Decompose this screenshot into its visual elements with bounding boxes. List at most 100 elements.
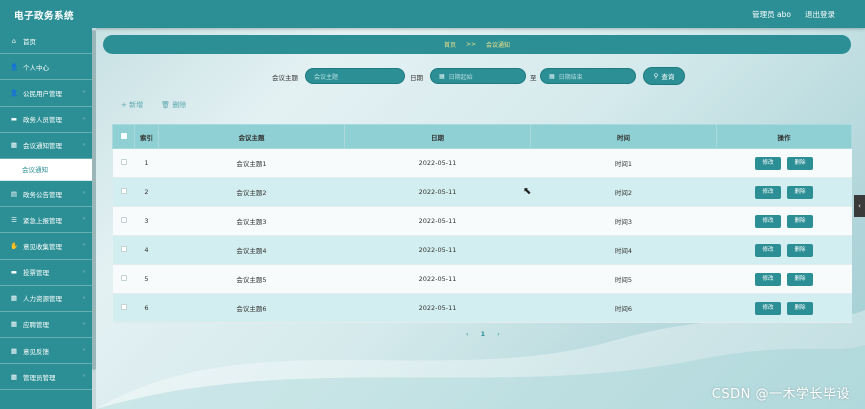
calendar-icon: ▦ xyxy=(439,72,445,80)
sidebar-item[interactable]: ▬ 投票管理 › xyxy=(0,260,92,286)
book-icon: ▤ xyxy=(10,189,18,198)
cell-time: 时间3 xyxy=(530,206,717,236)
row-checkbox[interactable] xyxy=(112,235,135,265)
table-row[interactable]: 3 会议主题3 2022-05-11 时间3 修改 删除 xyxy=(112,206,852,236)
cell-index: 2 xyxy=(134,177,159,207)
next-page-button[interactable]: › xyxy=(497,330,500,338)
toolbar: + 新增 🗑 删除 xyxy=(121,100,186,110)
row-checkbox[interactable] xyxy=(112,293,135,323)
delete-button[interactable]: 删除 xyxy=(787,185,813,199)
query-button[interactable]: ⚲ 查询 xyxy=(643,67,685,85)
cell-actions: 修改 删除 xyxy=(716,264,852,294)
edit-button[interactable]: 修改 xyxy=(755,301,781,315)
table-row[interactable]: 5 会议主题5 2022-05-11 时间5 修改 删除 xyxy=(112,264,852,294)
delete-button[interactable]: 删除 xyxy=(787,156,813,170)
sidebar-item[interactable]: ▦ 管理员管理 › xyxy=(0,364,92,391)
to-label: 至 xyxy=(530,74,537,82)
app-title: 电子政务系统 xyxy=(14,11,75,22)
cell-topic: 会议主题1 xyxy=(158,148,345,178)
cell-time: 时间1 xyxy=(530,148,717,178)
cell-time: 时间4 xyxy=(530,235,717,265)
edit-button[interactable]: 修改 xyxy=(755,243,781,257)
breadcrumb: 首页 >> 会议通知 xyxy=(103,35,851,54)
grid-icon: ▦ xyxy=(10,294,18,303)
sidebar-item[interactable]: ▦ 意见反馈 › xyxy=(0,338,92,365)
sidebar-item[interactable]: 👤 公民用户管理 › xyxy=(0,80,92,107)
date-end-input[interactable]: ▦ 日期结束 xyxy=(540,68,636,84)
sidebar-item-label: 首页 xyxy=(23,37,36,46)
chevron-right-icon: › xyxy=(83,216,85,223)
list-icon: ☰ xyxy=(11,215,17,224)
sidebar-item-label: 管理员管理 xyxy=(23,373,56,382)
top-bar: 电子政务系统 管理员 abo 退出登录 xyxy=(0,0,865,28)
table-row[interactable]: 4 会议主题4 2022-05-11 时间4 修改 删除 xyxy=(112,235,852,265)
edit-button[interactable]: 修改 xyxy=(755,185,781,199)
home-icon: ⌂ xyxy=(11,36,17,45)
chevron-right-icon: › xyxy=(83,141,85,148)
cell-actions: 修改 删除 xyxy=(716,177,852,207)
sidebar-item[interactable]: ✋ 意见收集管理 › xyxy=(0,233,92,260)
sidebar-item[interactable]: ▬ 政务人员管理 › xyxy=(0,107,92,133)
search-icon: ⚲ xyxy=(653,72,659,80)
select-all-checkbox[interactable] xyxy=(112,124,135,149)
row-checkbox[interactable] xyxy=(112,206,135,236)
header-date: 日期 xyxy=(344,124,531,149)
chevron-right-icon: › xyxy=(83,242,85,249)
header-time: 时间 xyxy=(530,124,717,149)
cell-date: 2022-05-11 xyxy=(344,293,531,323)
admin-label[interactable]: 管理员 abo xyxy=(752,9,791,20)
panel-toggle-button[interactable]: ‹ xyxy=(854,195,865,217)
cell-index: 6 xyxy=(134,293,159,323)
edit-button[interactable]: 修改 xyxy=(755,156,781,170)
edit-button[interactable]: 修改 xyxy=(755,214,781,228)
topic-label: 会议主题 xyxy=(272,74,298,82)
cell-index: 5 xyxy=(134,264,159,294)
chevron-right-icon: › xyxy=(83,347,85,354)
table-row[interactable]: 6 会议主题6 2022-05-11 时间6 修改 删除 xyxy=(112,293,852,323)
sidebar-item[interactable]: ▦ 会议通知管理 › xyxy=(0,133,92,159)
top-right-menu: 管理员 abo 退出登录 xyxy=(752,9,835,20)
sidebar-subitem-active[interactable]: 会议通知 xyxy=(0,158,92,181)
sidebar-item[interactable]: ▦ 人力资源管理 › xyxy=(0,286,92,312)
trash-icon: 🗑 xyxy=(161,101,173,109)
table-row[interactable]: 2 会议主题2 2022-05-11 时间2 修改 删除 xyxy=(112,177,852,207)
page-number[interactable]: 1 xyxy=(481,330,486,338)
search-bar: 会议主题 会议主题 日期 ▦ 日期起始 至 ▦ 日期结束 xyxy=(0,68,865,84)
delete-button[interactable]: 删除 xyxy=(787,243,813,257)
date-start-input[interactable]: ▦ 日期起始 xyxy=(430,68,526,84)
sidebar-item[interactable]: ⌂ 首页 xyxy=(0,28,92,55)
sidebar: ⌂ 首页 👤 个人中心 👤 公民用户管理 › ▬ 政务人员管理 › ▦ 会议通知管理 › 会议通知 ▤ 政务公… xyxy=(0,28,92,409)
header-topic: 会议主题 xyxy=(158,124,345,149)
add-button[interactable]: + 新增 xyxy=(121,100,143,110)
topic-input[interactable]: 会议主题 xyxy=(305,68,405,84)
logout-link[interactable]: 退出登录 xyxy=(805,9,835,20)
delete-button[interactable]: 删除 xyxy=(787,214,813,228)
grid-icon: ▦ xyxy=(10,346,18,355)
delete-button[interactable]: 删除 xyxy=(787,301,813,315)
sidebar-item[interactable]: ▦ 应聘管理 › xyxy=(0,312,92,339)
cell-topic: 会议主题5 xyxy=(158,264,345,294)
table-row[interactable]: 1 会议主题1 2022-05-11 时间1 修改 删除 xyxy=(112,148,852,178)
cell-topic: 会议主题6 xyxy=(158,293,345,323)
chevron-right-icon: › xyxy=(83,115,85,122)
sidebar-item-label: 紧急上报管理 xyxy=(23,216,62,225)
bulk-delete-button[interactable]: 🗑 删除 xyxy=(161,100,186,110)
watermark: CSDN @一木学长毕设 xyxy=(711,387,850,402)
prev-page-button[interactable]: ‹ xyxy=(466,330,469,338)
sidebar-item-label: 应聘管理 xyxy=(23,321,49,330)
chevron-right-icon: › xyxy=(83,268,85,275)
query-button-label: 查询 xyxy=(661,73,675,81)
breadcrumb-home[interactable]: 首页 xyxy=(444,40,456,49)
cell-date: 2022-05-11 xyxy=(344,148,531,178)
chevron-right-icon: › xyxy=(83,320,85,327)
row-checkbox[interactable] xyxy=(112,148,135,178)
sidebar-item[interactable]: ▤ 政务公告管理 › xyxy=(0,181,92,208)
edit-button[interactable]: 修改 xyxy=(755,272,781,286)
cell-time: 时间2 xyxy=(530,177,717,207)
cell-topic: 会议主题3 xyxy=(158,206,345,236)
row-checkbox[interactable] xyxy=(112,264,135,294)
sidebar-item[interactable]: ☰ 紧急上报管理 › xyxy=(0,207,92,234)
cell-time: 时间5 xyxy=(530,264,717,294)
delete-button[interactable]: 删除 xyxy=(787,272,813,286)
row-checkbox[interactable] xyxy=(112,177,135,207)
